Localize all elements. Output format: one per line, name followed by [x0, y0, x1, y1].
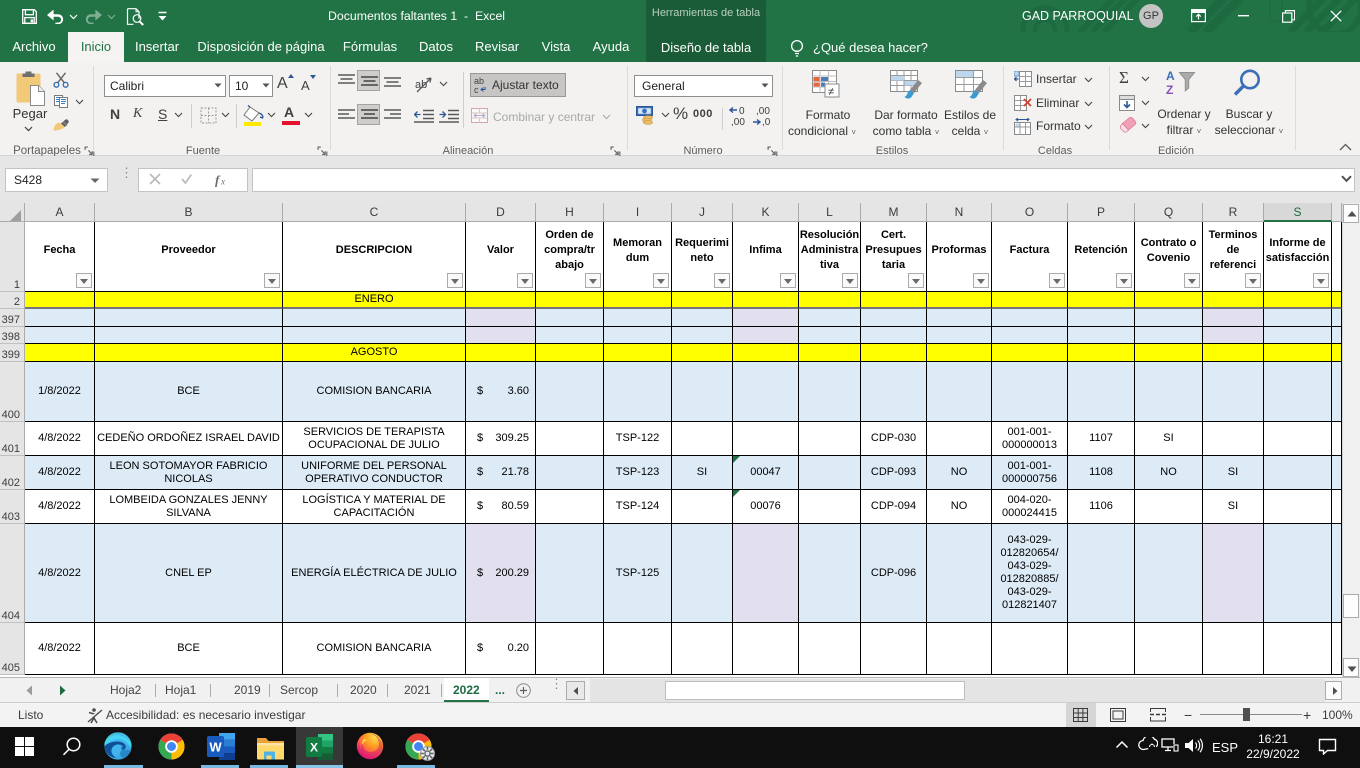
- svg-text:,00: ,00: [731, 117, 745, 127]
- svg-text:≠: ≠: [828, 86, 834, 98]
- svg-text:,0: ,0: [762, 117, 771, 127]
- svg-text:W: W: [209, 740, 222, 755]
- svg-text:c: c: [474, 85, 479, 94]
- svg-text:ab: ab: [415, 79, 427, 91]
- svg-text:x: x: [220, 177, 225, 187]
- svg-text:X: X: [310, 741, 318, 755]
- svg-text:,00: ,00: [756, 106, 770, 117]
- svg-text:0: 0: [739, 106, 745, 117]
- svg-text:Z: Z: [1166, 83, 1173, 97]
- svg-text:A: A: [1166, 69, 1175, 83]
